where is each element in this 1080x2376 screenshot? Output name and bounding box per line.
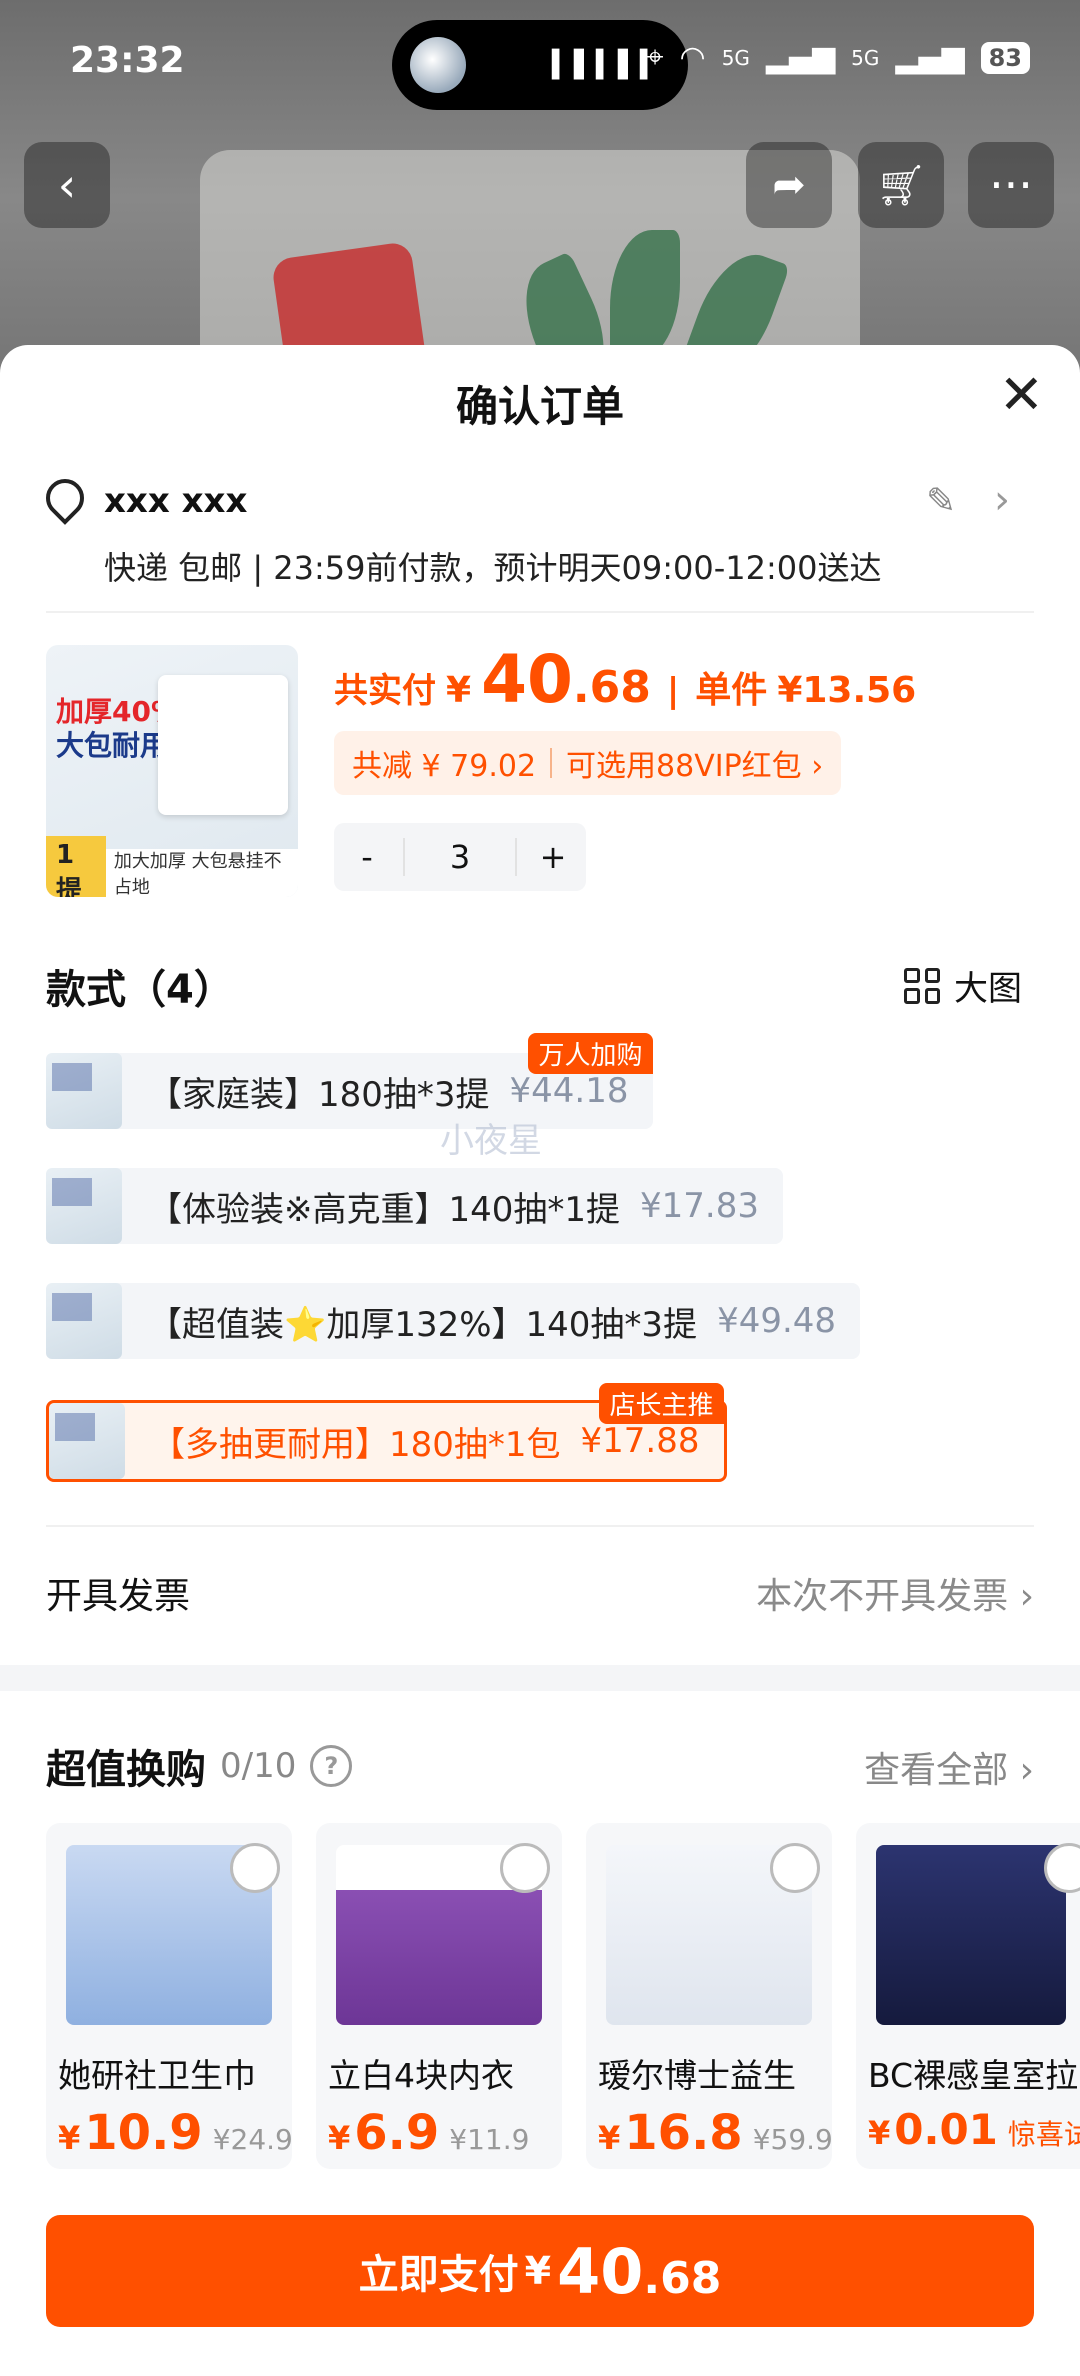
back-button[interactable]: ‹ — [24, 142, 110, 228]
variant-label: 【多抽更耐用】180抽*1包 — [151, 1424, 561, 1465]
chevron-right-icon[interactable]: › — [994, 477, 1010, 523]
variant-thumbnail — [46, 1053, 122, 1129]
thumb-footer: 1提 加大加厚 大包悬挂不占地 — [46, 835, 298, 897]
variant-option[interactable]: 【超值装⭐加厚132%】140抽*3提 ¥49.48 — [46, 1283, 861, 1359]
variant-option[interactable]: 【家庭装】180抽*3提 ¥44.18 万人加购 — [46, 1033, 653, 1129]
variant-tag: 万人加购 — [528, 1033, 653, 1074]
variant-price: ¥17.88 — [580, 1421, 700, 1461]
total-price: 共实付 ¥ 40.68 | 单件 ¥13.56 — [334, 641, 917, 718]
variant-price: ¥44.18 — [509, 1071, 629, 1111]
cart-button[interactable]: 🛒︎ — [858, 142, 944, 228]
decrease-button[interactable]: - — [334, 838, 400, 876]
select-radio[interactable] — [770, 1843, 820, 1893]
wifi-icon: ◠ — [679, 40, 706, 75]
variant-tag: 店长主推 — [599, 1383, 724, 1424]
close-icon[interactable]: ✕ — [999, 363, 1044, 426]
deal-price: ¥0.01惊喜试用 — [868, 2105, 1080, 2154]
variant-label: 【家庭装】180抽*3提 — [148, 1074, 490, 1115]
section-separator — [0, 1665, 1080, 1691]
signal-icon: ▂▄▆ — [765, 40, 836, 75]
discount-text: 共减 ¥ 79.02 — [352, 749, 537, 784]
audio-wave-icon: ▍▌▍▌▍ — [552, 50, 662, 80]
big-view-toggle[interactable]: 大图 — [904, 961, 1022, 1010]
status-bar: 23:32 ▍▌▍▌▍ ⌖ ◠ 5G ▂▄▆ 5G ▂▄▆ 83 — [0, 0, 1080, 120]
variant-price: ¥49.48 — [717, 1301, 837, 1341]
vip-redpacket-link[interactable]: 可选用88VIP红包 › — [566, 741, 823, 785]
signal-label: 5G — [851, 45, 880, 70]
divider — [46, 1525, 1034, 1527]
increase-button[interactable]: + — [520, 838, 586, 876]
variant-label: 【超值装⭐加厚132%】140抽*3提 — [148, 1304, 698, 1345]
delivery-info: 快递 包邮 | 23:59前付款，预计明天09:00-12:00送达 — [104, 549, 882, 587]
styles-title: 款式（4） — [46, 967, 234, 1013]
select-radio[interactable] — [500, 1843, 550, 1893]
product-box-image — [158, 675, 288, 815]
deal-card[interactable]: 立白4块内衣 ¥6.9 ¥11.9 — [316, 1823, 562, 2169]
signal-label: 5G — [721, 45, 750, 70]
deal-price: ¥10.9 ¥24.9 — [58, 2105, 292, 2161]
variant-thumbnail — [49, 1403, 125, 1479]
deal-card[interactable]: BC裸感皇室拉 ¥0.01惊喜试用 — [856, 1823, 1080, 2169]
avatar — [410, 37, 466, 93]
deals-title: 超值换购 0/10 ? — [46, 1737, 353, 1795]
edit-icon[interactable]: ✎ — [926, 481, 956, 522]
deal-name: BC裸感皇室拉 — [868, 2056, 1079, 2095]
product-thumbnail[interactable]: 加厚40% 大包耐用 1提 加大加厚 大包悬挂不占地 — [46, 645, 298, 897]
share-button[interactable]: ➦ — [746, 142, 832, 228]
pay-now-button[interactable]: 立即支付 ¥ 40.68 — [46, 2215, 1034, 2327]
more-button[interactable]: ··· — [968, 142, 1054, 228]
more-icon: ··· — [989, 158, 1033, 212]
variant-thumbnail — [46, 1283, 122, 1359]
variant-option-selected[interactable]: 【多抽更耐用】180抽*1包 ¥17.88 店长主推 — [46, 1383, 727, 1482]
location-pin-icon — [38, 471, 92, 525]
deal-card[interactable]: 她研社卫生巾 ¥10.9 ¥24.9 — [46, 1823, 292, 2169]
help-icon[interactable]: ? — [310, 1745, 353, 1787]
deals-count: 0/10 — [220, 1746, 297, 1786]
battery-level: 83 — [980, 41, 1030, 74]
deal-image — [876, 1845, 1066, 2025]
status-time: 23:32 — [70, 40, 185, 81]
deal-card[interactable]: 瑷尔博士益生 ¥16.8 ¥59.9 — [586, 1823, 832, 2169]
dynamic-island: ▍▌▍▌▍ — [392, 20, 688, 110]
quantity-stepper: - 3 + — [334, 823, 586, 891]
deal-price: ¥6.9 ¥11.9 — [328, 2105, 530, 2161]
address-name[interactable]: xxx xxx — [104, 481, 247, 521]
back-icon: ‹ — [57, 158, 77, 212]
invoice-option[interactable]: 本次不开具发票 › — [756, 1567, 1034, 1619]
cart-icon: 🛒︎ — [875, 162, 927, 209]
select-radio[interactable] — [230, 1843, 280, 1893]
variant-thumbnail — [46, 1168, 122, 1244]
invoice-label: 开具发票 — [46, 1576, 191, 1617]
deal-name: 她研社卫生巾 — [58, 2056, 256, 2095]
system-icons: ⌖ ◠ 5G ▂▄▆ 5G ▂▄▆ 83 — [647, 40, 1030, 75]
deal-name: 立白4块内衣 — [328, 2056, 514, 2095]
signal-icon: ▂▄▆ — [895, 40, 965, 75]
share-icon: ➦ — [772, 162, 806, 208]
grid-icon — [904, 967, 940, 1004]
deal-name: 瑷尔博士益生 — [598, 2056, 796, 2095]
quantity-value[interactable]: 3 — [403, 838, 517, 876]
divider — [46, 611, 1034, 613]
deal-price: ¥16.8 ¥59.9 — [598, 2105, 832, 2161]
product-badge-backdrop — [270, 240, 430, 360]
variant-label: 【体验装※高克重】140抽*1提 — [148, 1189, 621, 1230]
variant-option[interactable]: 【体验装※高克重】140抽*1提 ¥17.83 — [46, 1168, 783, 1244]
location-icon: ⌖ — [646, 40, 664, 75]
variant-price: ¥17.83 — [640, 1186, 759, 1226]
discount-badge[interactable]: 共减 ¥ 79.02 可选用88VIP红包 › — [334, 731, 842, 795]
watermark: 小夜星 — [440, 1121, 542, 1161]
view-all-link[interactable]: 查看全部 › — [864, 1741, 1034, 1793]
sheet-title: 确认订单 — [455, 382, 624, 431]
confirm-order-sheet: 确认订单 ✕ xxx xxx ✎ › 快递 包邮 | 23:59前付款，预计明天… — [0, 345, 1080, 2376]
